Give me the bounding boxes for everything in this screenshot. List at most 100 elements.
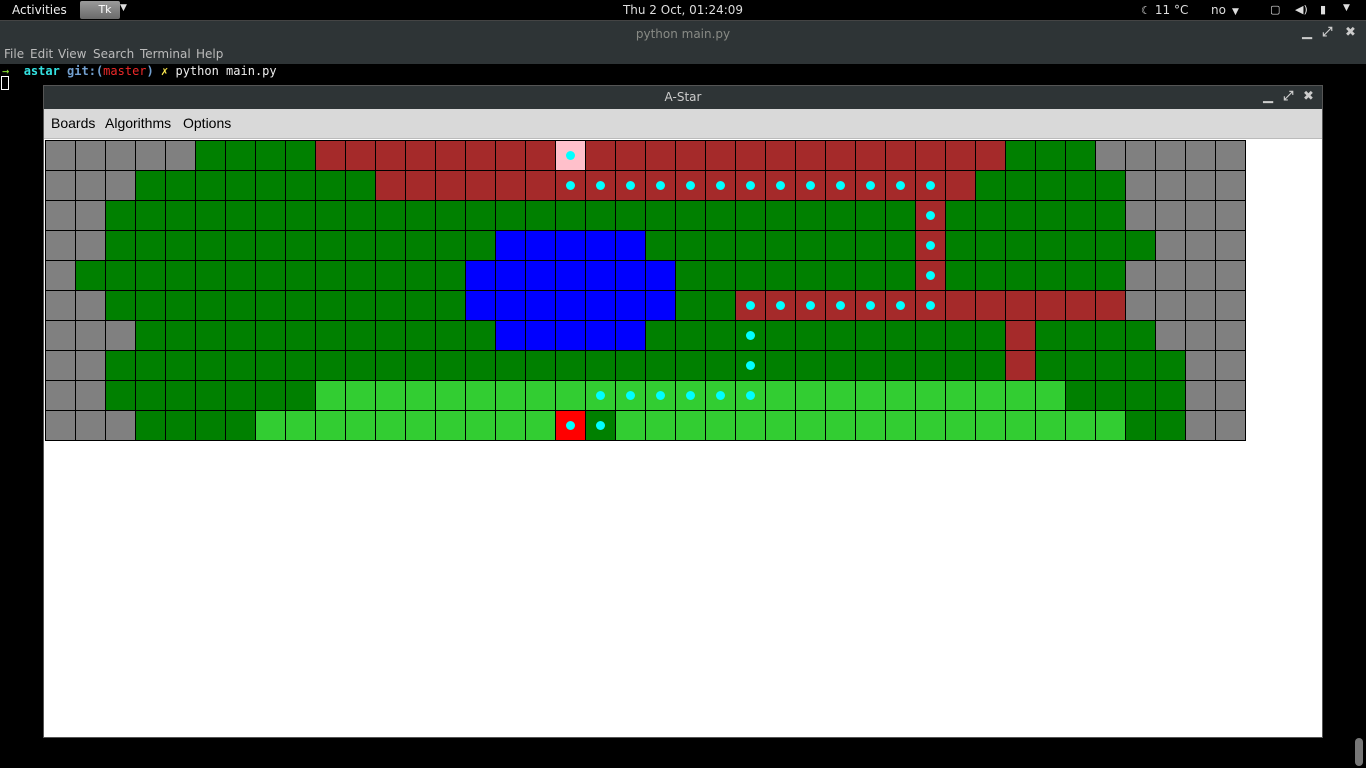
grid-cell-dark-green[interactable] — [165, 350, 196, 381]
grid-cell-dark-green[interactable] — [1125, 350, 1156, 381]
grid-cell-dark-green[interactable] — [1005, 170, 1036, 201]
grid-cell-dark-green[interactable] — [885, 200, 916, 231]
grid-cell-light-green[interactable] — [765, 410, 796, 441]
grid-cell-light-green[interactable] — [825, 380, 856, 411]
terminal-titlebar[interactable]: python main.py ▁ ⤢ ✖ — [0, 20, 1366, 46]
grid-cell-dark-green[interactable] — [195, 260, 226, 291]
grid-cell-dark-green[interactable] — [195, 140, 226, 171]
grid-cell-gray[interactable] — [1185, 410, 1216, 441]
grid-cell-dark-green[interactable] — [315, 200, 346, 231]
menu-view[interactable]: View — [58, 47, 86, 61]
grid-cell-dark-green[interactable] — [285, 320, 316, 351]
grid-cell-blue[interactable] — [495, 290, 526, 321]
grid-cell-brown[interactable] — [435, 140, 466, 171]
maximize-icon[interactable]: ⤢ — [1283, 89, 1293, 104]
grid-cell-dark-green[interactable] — [405, 230, 436, 261]
grid-cell-dark-green[interactable] — [285, 140, 316, 171]
grid-cell-dark-green[interactable] — [705, 320, 736, 351]
grid-cell-dark-green[interactable] — [795, 200, 826, 231]
grid-cell-dark-green[interactable] — [675, 230, 706, 261]
grid-cell-dark-green[interactable] — [1035, 140, 1066, 171]
grid-cell-light-green[interactable] — [645, 410, 676, 441]
grid-cell-light-green[interactable] — [675, 410, 706, 441]
grid-cell-light-green[interactable] — [495, 380, 526, 411]
grid-cell-dark-green[interactable] — [225, 380, 256, 411]
grid-cell-brown[interactable] — [1065, 290, 1096, 321]
grid-cell-light-green[interactable] — [1095, 410, 1126, 441]
grid-cell-light-green[interactable] — [375, 380, 406, 411]
grid-cell-gray[interactable] — [1155, 200, 1186, 231]
grid-cell-brown[interactable] — [945, 170, 976, 201]
grid-cell-gray[interactable] — [1185, 260, 1216, 291]
grid-cell-dark-green[interactable] — [1095, 380, 1126, 411]
grid-cell-dark-green[interactable] — [765, 230, 796, 261]
grid-cell-dark-green[interactable] — [795, 230, 826, 261]
grid-cell-light-green[interactable] — [495, 410, 526, 441]
grid-cell-dark-green[interactable] — [315, 290, 346, 321]
scrollbar-thumb[interactable] — [1355, 738, 1363, 766]
grid-cell-gray[interactable] — [135, 140, 166, 171]
grid-cell-brown[interactable] — [1005, 290, 1036, 321]
grid-cell-gray[interactable] — [1215, 320, 1246, 351]
grid-cell-gray[interactable] — [1155, 260, 1186, 291]
grid-cell-dark-green[interactable] — [255, 170, 286, 201]
grid-cell-dark-green[interactable] — [225, 260, 256, 291]
grid-cell-blue[interactable] — [525, 320, 556, 351]
grid-cell-dark-green[interactable] — [1155, 350, 1186, 381]
grid-cell-dark-green[interactable] — [975, 260, 1006, 291]
grid-cell-blue[interactable] — [585, 320, 616, 351]
grid-cell-dark-green[interactable] — [435, 290, 466, 321]
grid-cell-blue[interactable] — [555, 230, 586, 261]
grid-cell-brown[interactable] — [645, 140, 676, 171]
grid-cell-gray[interactable] — [45, 140, 76, 171]
grid-cell-light-green[interactable] — [555, 380, 586, 411]
grid-cell-light-green[interactable] — [405, 410, 436, 441]
grid-cell-dark-green[interactable] — [705, 290, 736, 321]
grid-cell-dark-green[interactable] — [195, 350, 226, 381]
grid-cell-light-green[interactable] — [945, 380, 976, 411]
grid-cell-dark-green[interactable] — [105, 350, 136, 381]
grid-cell-light-green[interactable] — [885, 410, 916, 441]
grid-cell-brown[interactable] — [465, 170, 496, 201]
grid-cell-gray[interactable] — [1125, 140, 1156, 171]
weather-indicator[interactable]: ☾ 11 °C — [1141, 3, 1188, 17]
grid-cell-dark-green[interactable] — [1125, 380, 1156, 411]
grid-cell-dark-green[interactable] — [135, 350, 166, 381]
grid-cell-gray[interactable] — [1185, 170, 1216, 201]
grid-cell-blue[interactable] — [615, 320, 646, 351]
grid-cell-blue[interactable] — [615, 290, 646, 321]
grid-cell-gray[interactable] — [1215, 170, 1246, 201]
grid-cell-dark-green[interactable] — [435, 320, 466, 351]
grid-cell-dark-green[interactable] — [315, 350, 346, 381]
grid-cell-dark-green[interactable] — [315, 260, 346, 291]
grid-cell-dark-green[interactable] — [375, 260, 406, 291]
grid-cell-brown[interactable] — [1005, 320, 1036, 351]
grid-cell-dark-green[interactable] — [855, 200, 886, 231]
grid-cell-gray[interactable] — [1215, 290, 1246, 321]
grid-cell-blue[interactable] — [645, 290, 676, 321]
grid-cell-gray[interactable] — [1185, 140, 1216, 171]
grid-cell-dark-green[interactable] — [1095, 260, 1126, 291]
grid-cell-gray[interactable] — [1215, 350, 1246, 381]
grid-cell-brown[interactable] — [375, 140, 406, 171]
grid-cell-dark-green[interactable] — [435, 350, 466, 381]
grid-cell-gray[interactable] — [1185, 200, 1216, 231]
grid-cell-dark-green[interactable] — [1095, 230, 1126, 261]
close-icon[interactable]: ✖ — [1345, 25, 1356, 40]
grid-cell-dark-green[interactable] — [975, 200, 1006, 231]
maximize-icon[interactable]: ⤢ — [1322, 25, 1332, 40]
grid-cell-brown[interactable] — [465, 140, 496, 171]
grid-cell-light-green[interactable] — [525, 380, 556, 411]
grid-cell-brown[interactable] — [315, 140, 346, 171]
grid-cell-dark-green[interactable] — [225, 410, 256, 441]
grid-cell-light-green[interactable] — [1035, 380, 1066, 411]
grid-cell-dark-green[interactable] — [345, 320, 376, 351]
grid-cell-light-green[interactable] — [945, 410, 976, 441]
grid-cell-light-green[interactable] — [825, 410, 856, 441]
grid-cell-dark-green[interactable] — [165, 410, 196, 441]
grid-cell-light-green[interactable] — [915, 410, 946, 441]
grid-cell-dark-green[interactable] — [225, 320, 256, 351]
grid-cell-dark-green[interactable] — [165, 290, 196, 321]
grid-cell-dark-green[interactable] — [705, 260, 736, 291]
close-icon[interactable]: ✖ — [1303, 89, 1314, 104]
